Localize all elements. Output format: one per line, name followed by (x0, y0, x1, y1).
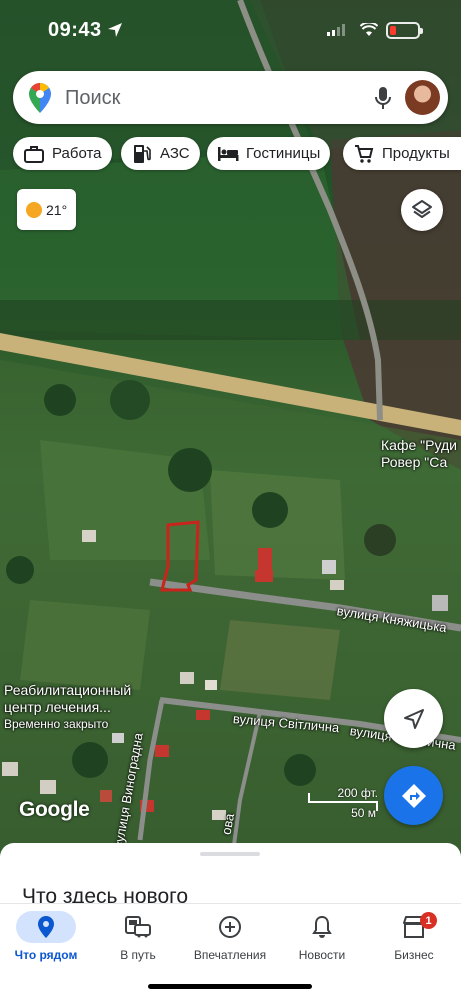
gas-station-icon (131, 143, 153, 165)
tab-updates[interactable]: Новости (276, 904, 368, 974)
street-label-partial: ова (218, 812, 238, 836)
google-maps-pin-icon (29, 83, 51, 113)
cart-icon (353, 143, 375, 165)
weather-widget[interactable]: 21° (17, 189, 76, 230)
chip-hotels-label: Гостиницы (246, 145, 321, 162)
map-label-rehab-line2: центр лечения... (4, 699, 111, 715)
tab-updates-label: Новости (298, 948, 346, 962)
map-label-rehab-status: Временно закрыто (4, 717, 109, 731)
search-input[interactable]: Поиск (65, 87, 120, 110)
search-bar[interactable]: Поиск (13, 71, 448, 124)
commute-icon (108, 911, 168, 943)
google-logo: Google (19, 798, 90, 821)
chip-gas-station-label: АЗС (160, 145, 190, 162)
tab-contribute[interactable]: Впечатления (184, 904, 276, 974)
layers-button[interactable] (401, 189, 443, 231)
storefront-icon: 1 (384, 911, 444, 943)
map-scale: 200 фт. 50 м (308, 786, 378, 820)
tab-explore[interactable]: Что рядом (0, 904, 92, 974)
map-label-cafe[interactable]: Кафе "Руди Ровер "Са (381, 437, 457, 471)
battery-icon (386, 22, 423, 39)
chip-work[interactable]: Работа (13, 137, 112, 170)
tab-business[interactable]: 1 Бизнес (368, 904, 460, 974)
status-time: 09:43 (48, 19, 102, 41)
location-pin-icon (16, 911, 76, 943)
chip-hotels[interactable]: Гостиницы (207, 137, 331, 170)
weather-temp: 21° (46, 201, 68, 218)
tab-contribute-label: Впечатления (193, 948, 267, 962)
navigation-arrow-icon (403, 708, 424, 729)
home-indicator[interactable] (148, 984, 312, 989)
cellular-signal-icon (327, 24, 345, 36)
location-arrow-icon (108, 23, 122, 37)
map-label-cafe-line1: Кафе "Руди (381, 437, 457, 453)
tab-explore-label: Что рядом (14, 948, 78, 962)
avatar[interactable] (405, 80, 440, 115)
chip-groceries-label: Продукты (382, 145, 450, 162)
chip-groceries[interactable]: Продукты (343, 137, 461, 170)
wifi-icon (360, 23, 378, 36)
directions-button[interactable] (384, 766, 443, 825)
directions-icon (401, 783, 426, 808)
scale-ft: 200 фт. (337, 786, 378, 800)
sun-icon (26, 201, 42, 218)
map-label-rehab-line1: Реабилитационный (4, 682, 132, 698)
screen: Кафе "Руди Ровер "Са вулиця Княжицька ву… (0, 0, 461, 999)
my-location-button[interactable] (384, 689, 443, 748)
bed-icon (217, 143, 239, 165)
tab-go-label: В путь (120, 948, 156, 962)
chip-work-label: Работа (52, 145, 102, 162)
bell-icon (292, 911, 352, 943)
scale-m: 50 м (351, 806, 376, 820)
layers-icon (412, 200, 432, 218)
map-label-cafe-line2: Ровер "Са (381, 454, 448, 470)
microphone-icon[interactable] (374, 86, 392, 110)
chip-gas-station[interactable]: АЗС (121, 137, 200, 170)
tab-go[interactable]: В путь (92, 904, 184, 974)
briefcase-icon (23, 143, 45, 165)
status-bar: 09:43 (0, 0, 461, 60)
tab-business-label: Бизнес (394, 948, 434, 962)
sheet-drag-handle[interactable] (200, 852, 260, 856)
notification-badge: 1 (420, 912, 437, 929)
add-circle-icon (200, 911, 260, 943)
map-label-rehab-center[interactable]: Реабилитационный центр лечения... Времен… (4, 682, 131, 733)
